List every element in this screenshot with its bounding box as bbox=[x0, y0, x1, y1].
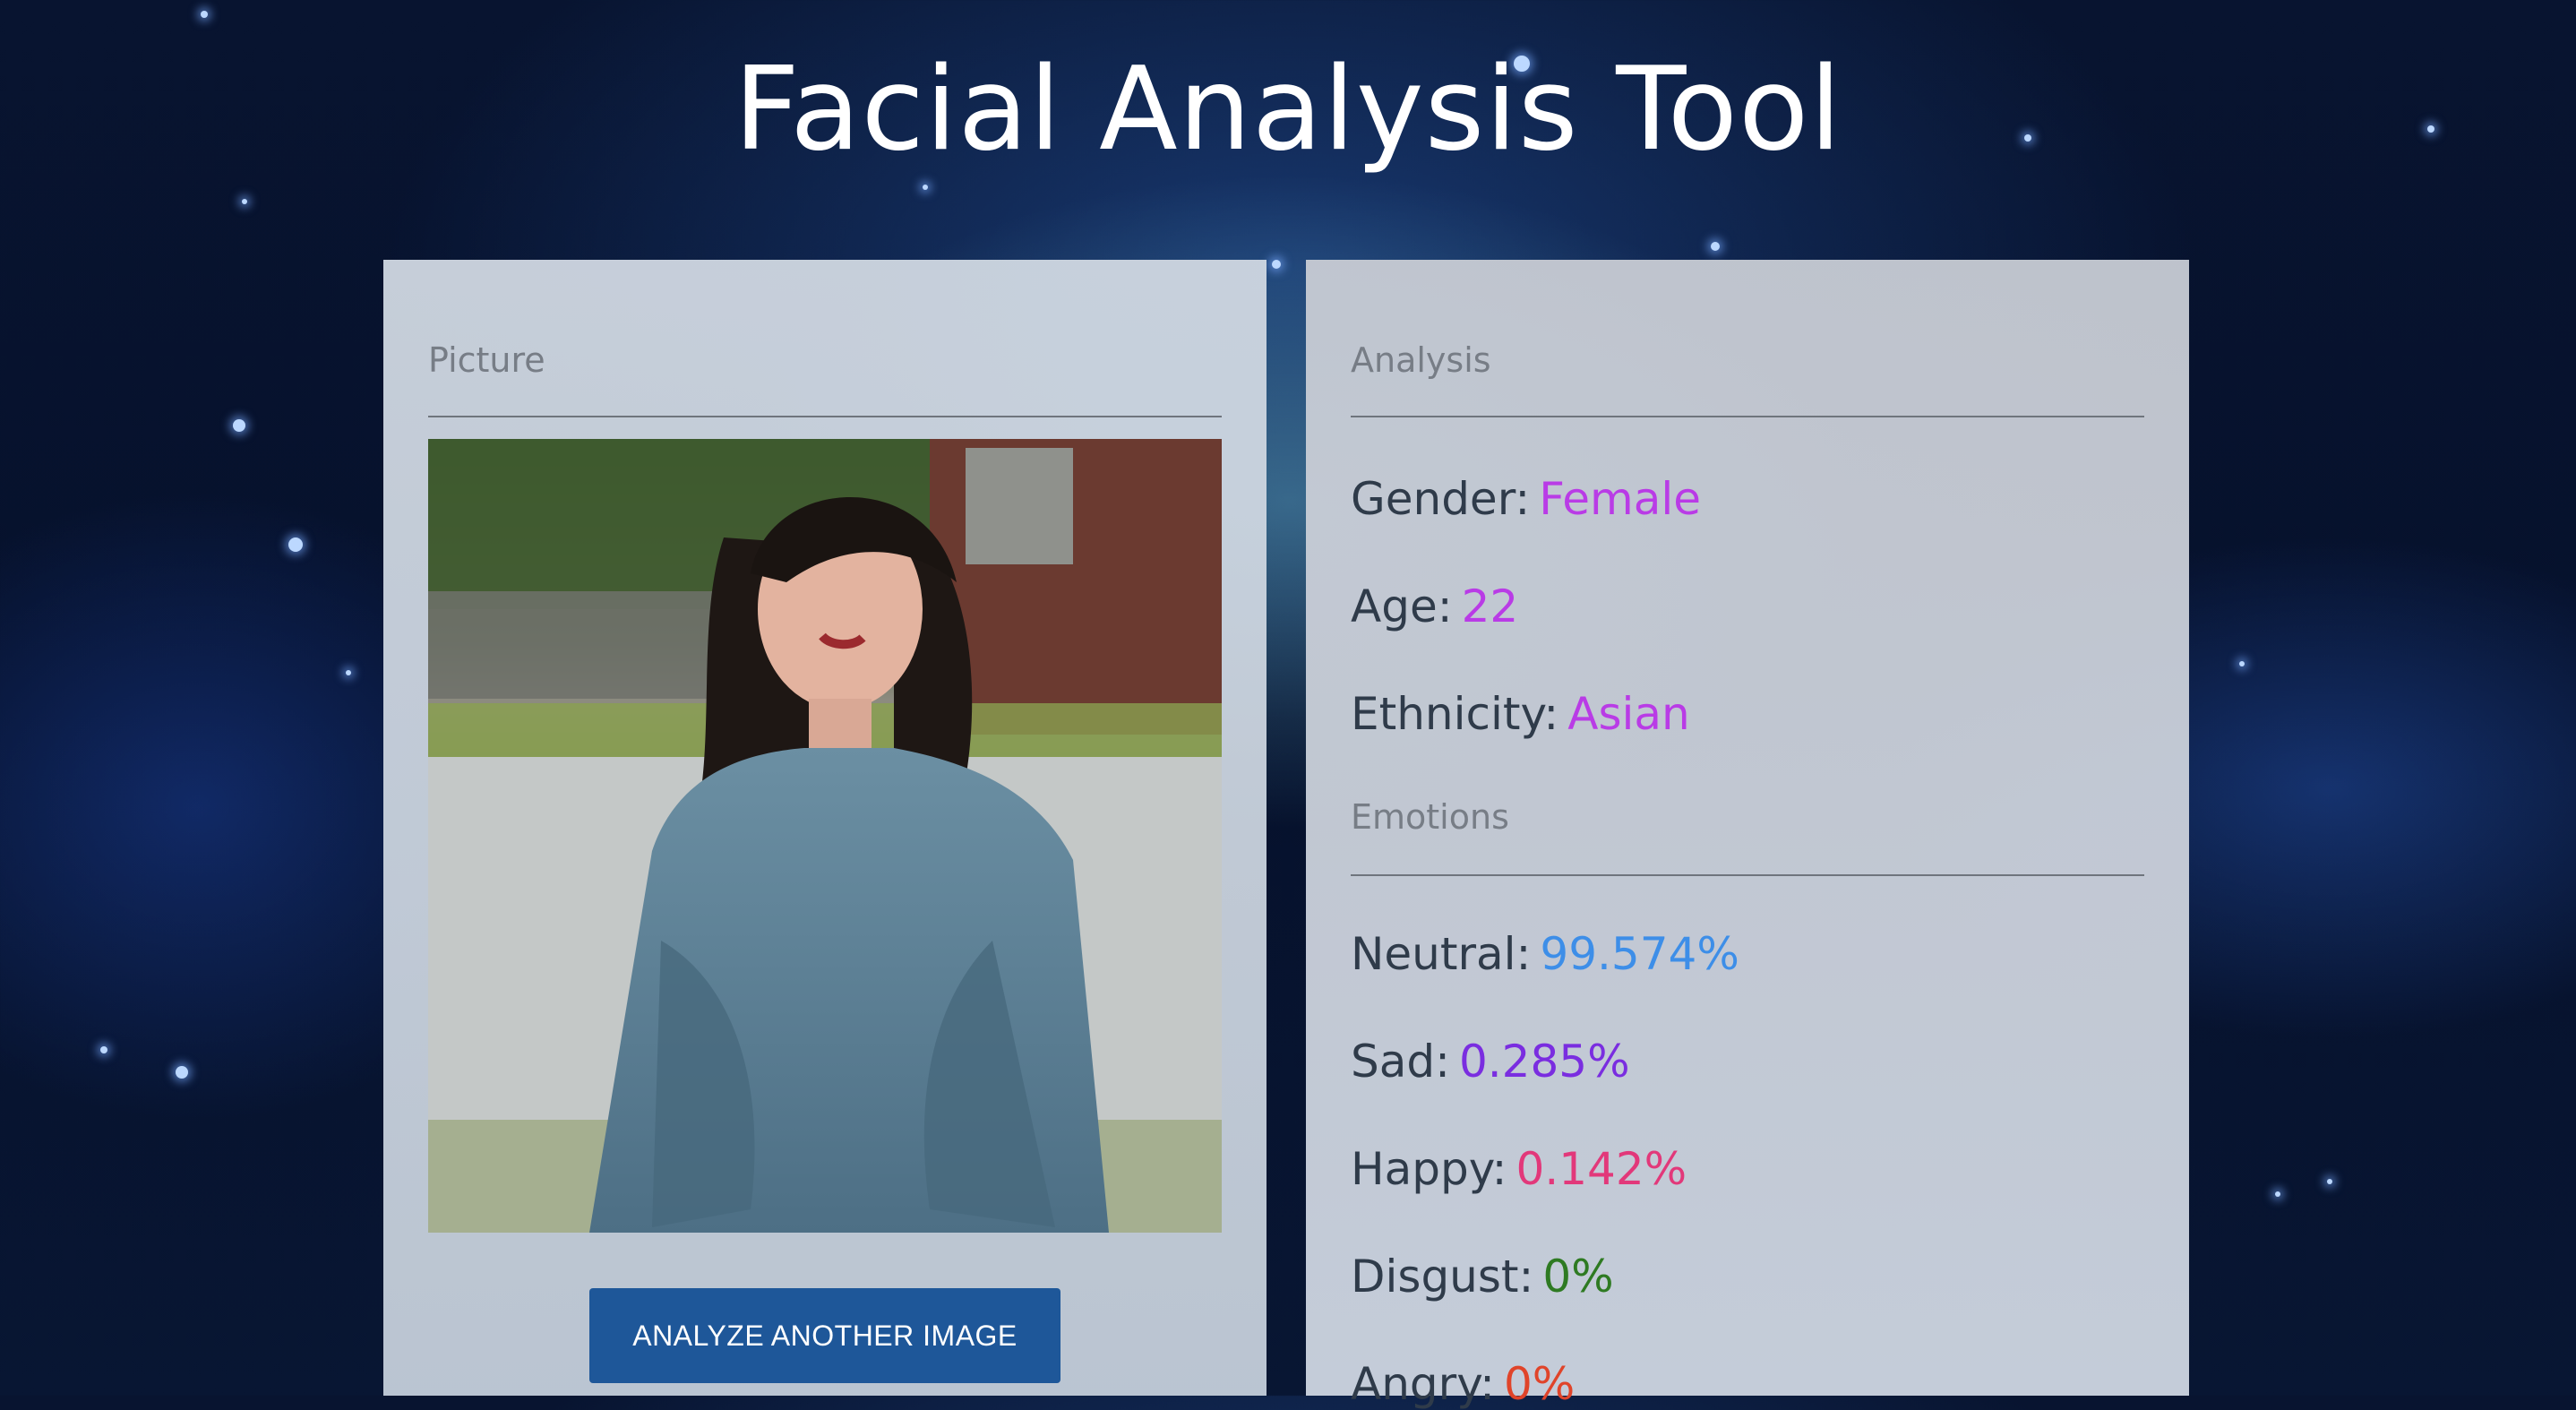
emotion-label: Angry: bbox=[1351, 1358, 1495, 1410]
picture-heading: Picture bbox=[428, 340, 1222, 417]
attribute-label: Age: bbox=[1351, 580, 1453, 632]
emotion-value: 0.285% bbox=[1458, 1036, 1630, 1088]
attribute-label: Gender: bbox=[1351, 473, 1531, 525]
emotion-label: Neutral: bbox=[1351, 928, 1532, 980]
gender-value: Female bbox=[1539, 473, 1702, 525]
picture-panel: Picture ANALYZE ANOTHER IMAGE bbox=[383, 260, 1267, 1396]
emotion-row-angry: Angry: 0% bbox=[1351, 1358, 1575, 1410]
emotion-row-disgust: Disgust: 0% bbox=[1351, 1251, 1614, 1303]
emotion-value: 99.574% bbox=[1540, 928, 1739, 980]
emotion-value: 0.142% bbox=[1516, 1143, 1687, 1195]
page-title: Facial Analysis Tool bbox=[734, 43, 1842, 176]
emotion-row-neutral: Neutral: 99.574% bbox=[1351, 928, 1739, 980]
emotion-label: Disgust: bbox=[1351, 1251, 1534, 1303]
emotion-value: 0% bbox=[1504, 1358, 1576, 1410]
emotion-label: Happy: bbox=[1351, 1143, 1507, 1195]
ethnicity-row: Ethnicity: Asian bbox=[1351, 688, 1690, 740]
analysis-panel: Analysis Gender: Female Age: 22 Ethnicity:… bbox=[1306, 260, 2189, 1410]
attribute-label: Ethnicity: bbox=[1351, 688, 1559, 740]
emotion-value: 0% bbox=[1542, 1251, 1614, 1303]
emotions-heading: Emotions bbox=[1351, 797, 2144, 876]
gender-row: Gender: Female bbox=[1351, 473, 1701, 525]
age-row: Age: 22 bbox=[1351, 580, 1518, 632]
emotion-label: Sad: bbox=[1351, 1036, 1450, 1088]
age-value: 22 bbox=[1461, 580, 1519, 632]
analyzed-photo bbox=[428, 439, 1222, 1233]
emotion-row-sad: Sad: 0.285% bbox=[1351, 1036, 1630, 1088]
emotion-row-happy: Happy: 0.142% bbox=[1351, 1143, 1687, 1195]
analyze-another-image-button[interactable]: ANALYZE ANOTHER IMAGE bbox=[589, 1288, 1060, 1383]
ethnicity-value: Asian bbox=[1567, 688, 1690, 740]
analysis-heading: Analysis bbox=[1351, 340, 2144, 417]
